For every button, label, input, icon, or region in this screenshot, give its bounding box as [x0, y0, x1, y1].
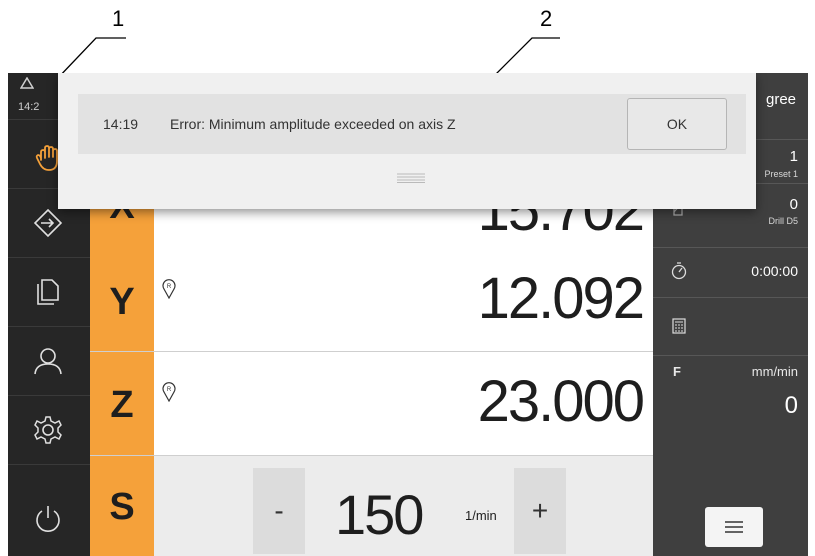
device-screen: 14:2 15.702 Y R 12.092 Z R 23.000 S - 15… — [8, 73, 808, 556]
preset-value: 1 — [789, 148, 798, 165]
ok-button[interactable]: OK — [627, 98, 727, 150]
tool-value: 0 — [789, 196, 798, 213]
warning-triangle-icon — [19, 76, 35, 92]
preset-label: Preset 1 — [764, 169, 798, 179]
axis-row-z[interactable]: Z R 23.000 — [90, 352, 653, 456]
sidebar-item-file-management[interactable] — [8, 257, 90, 326]
feed-value: 0 — [784, 392, 798, 419]
user-icon — [34, 348, 62, 375]
sidebar-item-user[interactable] — [8, 326, 90, 395]
axis-label: Z — [110, 384, 134, 426]
spindle-increase-button[interactable]: + — [514, 468, 566, 554]
status-time: 14:2 — [18, 101, 40, 113]
calculator-cell[interactable] — [653, 297, 808, 356]
message-text: Error: Minimum amplitude exceeded on axi… — [170, 116, 456, 132]
feed-label: F — [673, 364, 681, 379]
reference-mark-icon: R — [162, 382, 176, 402]
feed-cell[interactable]: F mm/min 0 — [653, 355, 808, 436]
timer-value: 0:00:00 — [751, 263, 798, 279]
arrow-right-in-icon — [33, 208, 63, 238]
axis-value: 23.000 — [477, 369, 645, 434]
timer-cell[interactable]: 0:00:00 — [653, 247, 808, 298]
message-row: 14:19 Error: Minimum amplitude exceeded … — [78, 94, 746, 154]
message-dialog: 14:19 Error: Minimum amplitude exceeded … — [58, 73, 756, 209]
sidebar-item-power[interactable] — [8, 464, 90, 556]
callout-1: 1 — [112, 6, 125, 31]
axis-label-box: S — [90, 456, 154, 556]
spindle-speed-unit: 1/min — [465, 508, 497, 523]
axis-label: Y — [109, 281, 135, 323]
axis-row-y[interactable]: Y R 12.092 — [90, 249, 653, 352]
axis-label-box: Z — [90, 352, 154, 455]
axis-label: S — [109, 486, 135, 528]
spindle-row: S - 150 1/min + — [90, 456, 653, 556]
hamburger-icon — [725, 521, 743, 533]
callout-2: 2 — [540, 6, 553, 31]
spindle-speed-value[interactable]: 150 — [335, 482, 424, 547]
stopwatch-icon — [671, 262, 687, 280]
spindle-decrease-button[interactable]: - — [253, 468, 305, 554]
reference-mark-icon: R — [162, 279, 176, 299]
calculator-icon — [672, 318, 686, 334]
gear-icon — [34, 416, 62, 444]
documents-icon — [37, 279, 59, 305]
axis-value: 12.092 — [477, 266, 645, 331]
feed-unit: mm/min — [751, 364, 798, 379]
drag-handle-icon[interactable] — [397, 173, 425, 183]
axis-label-box: Y — [90, 249, 154, 351]
svg-text:R: R — [167, 387, 172, 393]
panel-header-title: gree — [766, 91, 797, 108]
tool-label: Drill D5 — [768, 216, 798, 226]
power-icon — [36, 506, 60, 532]
sidebar-item-settings[interactable] — [8, 395, 90, 464]
svg-text:R: R — [167, 284, 172, 290]
menu-button[interactable] — [705, 507, 763, 547]
message-time: 14:19 — [103, 116, 139, 132]
